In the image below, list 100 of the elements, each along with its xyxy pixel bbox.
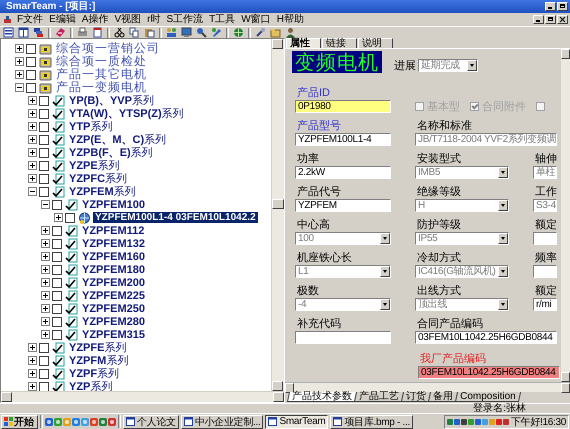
expand-toggle-icon[interactable]: [41, 200, 50, 209]
text-field[interactable]: [295, 331, 391, 344]
menu-item[interactable]: H帮助: [276, 14, 309, 26]
menu-item[interactable]: W窗口: [240, 14, 276, 26]
checkbox[interactable]: [52, 304, 62, 314]
tree-item[interactable]: YZPFEM100L1-4 03FEM10L1042.2: [93, 212, 258, 223]
text-field[interactable]: YZPFEM100L1-4: [295, 133, 391, 146]
checkbox[interactable]: [39, 186, 49, 196]
checkbox[interactable]: [52, 316, 62, 326]
paste-icon[interactable]: [144, 27, 155, 38]
tree-item[interactable]: YZPFE系列: [67, 340, 128, 355]
person-icon[interactable]: [285, 27, 296, 38]
checkbox[interactable]: [39, 368, 49, 378]
checkbox[interactable]: [26, 70, 36, 80]
expand-toggle-icon[interactable]: [28, 135, 37, 144]
expand-toggle-icon[interactable]: [28, 382, 37, 391]
expand-toggle-icon[interactable]: [41, 252, 50, 261]
eraser-icon[interactable]: [55, 27, 66, 38]
expand-toggle-icon[interactable]: [28, 96, 37, 105]
tab[interactable]: Composition: [454, 392, 521, 402]
list-icon[interactable]: [3, 27, 14, 38]
tree-item[interactable]: YTP系列: [67, 119, 114, 134]
pen-icon[interactable]: [211, 27, 222, 38]
expand-toggle-icon[interactable]: [28, 343, 37, 352]
tree-item[interactable]: YZP(E、M、C)系列: [67, 132, 168, 147]
expand-toggle-icon[interactable]: [41, 304, 50, 313]
expand-toggle-icon[interactable]: [41, 265, 50, 274]
checkbox[interactable]: [26, 44, 36, 54]
checkbox[interactable]: [39, 108, 49, 118]
app-icon[interactable]: [90, 418, 98, 426]
checkbox[interactable]: [52, 264, 62, 274]
tree-item[interactable]: YZPFEM280: [80, 316, 147, 328]
tree-item[interactable]: YTA(W)、YTSP(Z)系列: [67, 106, 186, 121]
checkbox[interactable]: [39, 148, 49, 158]
tree-item[interactable]: YZPF系列: [67, 366, 122, 381]
app-icon[interactable]: [108, 418, 116, 426]
tab[interactable]: 产品工艺: [354, 392, 404, 402]
tree-item[interactable]: YZPFEM250: [80, 302, 147, 314]
text-field[interactable]: [533, 265, 557, 278]
minimize-button[interactable]: [545, 2, 556, 11]
expand-toggle-icon[interactable]: [41, 278, 50, 287]
scissors-icon[interactable]: [114, 27, 125, 38]
checkbox[interactable]: [39, 382, 49, 391]
tree-item[interactable]: YZPFEM系列: [67, 184, 138, 199]
text-field[interactable]: 03FEM10L1042.25H6GDB0844: [415, 331, 557, 344]
expand-toggle-icon[interactable]: [15, 70, 24, 79]
tree-item[interactable]: YZPFEM160: [80, 250, 147, 262]
close-button[interactable]: [557, 15, 568, 24]
stack-icon[interactable]: [33, 27, 44, 38]
app-icon[interactable]: [99, 418, 107, 426]
horizontal-scrollbar[interactable]: [1, 391, 284, 402]
menu-item[interactable]: S工作流: [165, 14, 208, 26]
checkbox[interactable]: [39, 160, 49, 170]
person-search-icon[interactable]: [196, 27, 207, 38]
expand-toggle-icon[interactable]: [28, 369, 37, 378]
globe-icon[interactable]: [233, 27, 244, 38]
checkbox[interactable]: [52, 238, 62, 248]
text-field[interactable]: 0P1980: [295, 100, 391, 113]
expand-toggle-icon[interactable]: [28, 174, 37, 183]
checkbox[interactable]: [52, 200, 62, 210]
columns-icon[interactable]: [18, 27, 29, 38]
checkbox[interactable]: [52, 226, 62, 236]
people-icon[interactable]: [166, 27, 177, 38]
text-field[interactable]: 2.2kW: [295, 166, 391, 179]
tree-item[interactable]: YZPFEM200: [80, 276, 147, 288]
menu-item[interactable]: A操作: [80, 14, 114, 26]
tools-icon[interactable]: [255, 27, 266, 38]
tree-item[interactable]: YZPFEM112: [80, 224, 146, 236]
tab[interactable]: 备用: [428, 392, 458, 402]
expand-toggle-icon[interactable]: [15, 57, 24, 66]
tree-item[interactable]: YZPFM系列: [67, 353, 130, 368]
expand-toggle-icon[interactable]: [28, 356, 37, 365]
menu-item[interactable]: F文件: [16, 14, 48, 26]
tree-item[interactable]: YZPFEM180: [80, 264, 147, 276]
tree-item[interactable]: YZPFEM315: [80, 328, 147, 340]
checkbox[interactable]: [52, 252, 62, 262]
tab[interactable]: 说明: [358, 38, 393, 48]
taskbar-button[interactable]: 项目库.bmp - ...: [330, 414, 413, 428]
expand-toggle-icon[interactable]: [28, 161, 37, 170]
checkbox[interactable]: [39, 122, 49, 132]
restore-button[interactable]: [557, 2, 568, 11]
restore-button[interactable]: [545, 15, 556, 24]
horizontal-scrollbar[interactable]: [285, 382, 570, 392]
app-icon[interactable]: [45, 418, 53, 426]
menu-item[interactable]: E编辑: [48, 14, 81, 26]
taskbar-button[interactable]: SmarTeam: [265, 414, 328, 428]
vertical-scrollbar[interactable]: [561, 49, 570, 382]
expand-toggle-icon[interactable]: [28, 109, 37, 118]
monitor-icon[interactable]: [181, 27, 192, 38]
tree-item[interactable]: YZPFEM132: [80, 238, 147, 250]
checkbox[interactable]: [26, 82, 36, 92]
tree-item[interactable]: 产品一变频电机: [54, 79, 149, 96]
page-icon[interactable]: [92, 27, 103, 38]
checkbox[interactable]: [39, 342, 49, 352]
copy-icon[interactable]: [129, 27, 140, 38]
start-button[interactable]: 开始: [1, 414, 38, 428]
text-field[interactable]: r/mi: [533, 298, 557, 311]
tab[interactable]: 属性: [286, 38, 321, 48]
minimize-button[interactable]: [533, 15, 544, 24]
checkbox[interactable]: [52, 290, 62, 300]
